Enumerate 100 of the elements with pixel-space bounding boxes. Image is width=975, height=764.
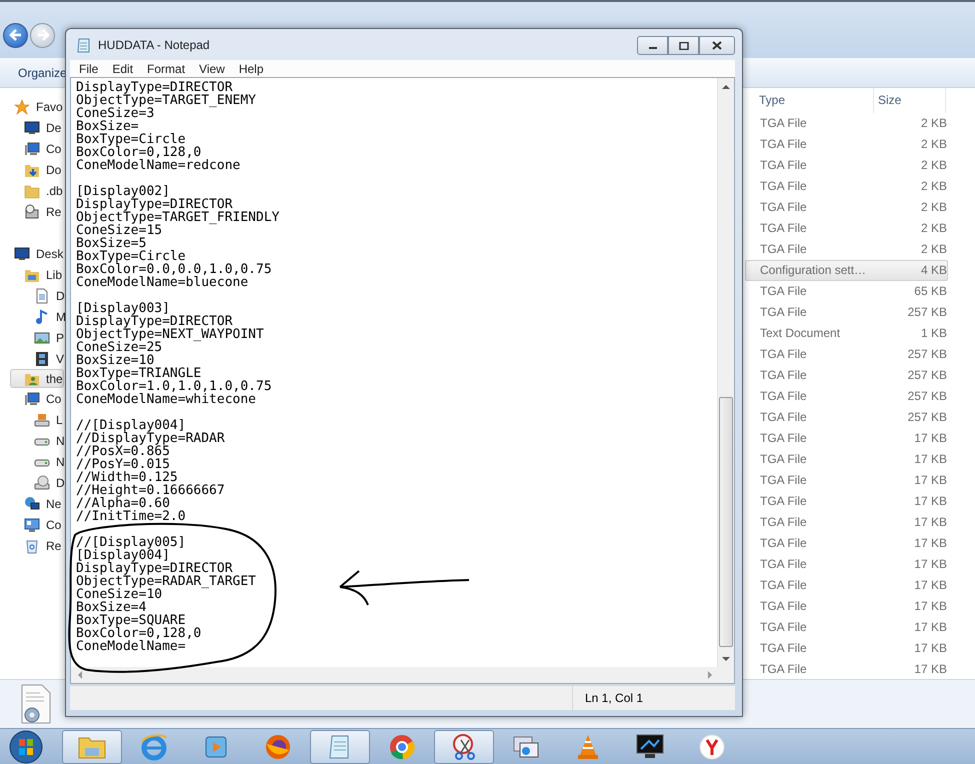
file-row[interactable]: TGA File 17 KB bbox=[745, 511, 948, 532]
nav-item[interactable]: V bbox=[20, 348, 64, 369]
size-cell: 2 KB bbox=[920, 137, 947, 152]
type-cell-text: TGA File bbox=[760, 431, 808, 446]
file-row[interactable]: TGA File 17 KB bbox=[745, 595, 948, 616]
forward-button[interactable] bbox=[30, 22, 55, 48]
nav-item[interactable]: D bbox=[20, 285, 65, 306]
file-row[interactable]: TGA File 17 KB bbox=[745, 428, 948, 448]
size-cell: 2 KB bbox=[920, 158, 947, 172]
file-row[interactable]: TGA File 257 KB bbox=[745, 302, 948, 323]
menu-item[interactable]: Help bbox=[232, 62, 271, 76]
nav-item[interactable]: Co bbox=[10, 388, 62, 409]
computer-icon bbox=[24, 390, 40, 406]
nav-item[interactable]: L bbox=[20, 409, 63, 430]
size-cell: 65 KB bbox=[914, 284, 947, 298]
control-panel-icon bbox=[24, 516, 40, 532]
file-row[interactable]: TGA File 257 KB bbox=[745, 406, 948, 428]
file-row[interactable]: TGA File 257 KB bbox=[745, 386, 948, 407]
size-cell: 17 KB bbox=[914, 556, 947, 571]
column-header[interactable]: Size bbox=[874, 88, 946, 113]
type-cell-text: TGA File bbox=[760, 389, 808, 404]
file-row[interactable]: TGA File 17 KB bbox=[745, 490, 948, 512]
file-row[interactable]: TGA File 257 KB bbox=[745, 344, 948, 365]
file-row[interactable]: Configuration sett… 4 KB bbox=[745, 260, 948, 281]
file-row[interactable]: Text Document 1 KB bbox=[745, 322, 948, 344]
size-cell: 17 KB bbox=[914, 494, 947, 508]
file-row[interactable]: TGA File 17 KB bbox=[745, 532, 948, 554]
size-cell: 17 KB bbox=[914, 598, 947, 613]
type-cell-text: Configuration sett… bbox=[760, 263, 868, 278]
file-row[interactable]: TGA File 17 KB bbox=[745, 637, 948, 658]
file-row[interactable]: TGA File 2 KB bbox=[745, 154, 948, 176]
nav-item[interactable]: Favo bbox=[0, 96, 63, 117]
size-cell: 17 KB bbox=[914, 662, 947, 676]
nav-item[interactable]: Re bbox=[10, 201, 62, 222]
organize-button[interactable]: Organize bbox=[18, 66, 67, 80]
nav-item[interactable]: N bbox=[20, 430, 65, 451]
close-button[interactable] bbox=[699, 36, 735, 55]
vertical-scrollbar[interactable] bbox=[717, 78, 734, 667]
size-cell: 2 KB bbox=[920, 116, 947, 130]
file-row[interactable]: TGA File 17 KB bbox=[745, 574, 948, 596]
type-cell-text: TGA File bbox=[760, 137, 808, 152]
file-row[interactable]: TGA File 17 KB bbox=[745, 448, 948, 470]
nav-item[interactable]: Do bbox=[10, 159, 62, 180]
nav-item[interactable]: P bbox=[20, 327, 64, 348]
size-cell: 2 KB bbox=[920, 200, 947, 214]
type-cell-text: TGA File bbox=[760, 620, 808, 634]
size-cell: 17 KB bbox=[914, 514, 947, 529]
minimize-button[interactable] bbox=[637, 36, 668, 55]
column-header[interactable]: Type bbox=[745, 88, 874, 113]
menu-item[interactable]: Format bbox=[140, 62, 192, 76]
file-row[interactable]: TGA File 2 KB bbox=[745, 134, 948, 155]
menu-item[interactable]: File bbox=[72, 62, 106, 76]
maximize-button[interactable] bbox=[668, 36, 699, 55]
nav-item[interactable]: the bbox=[10, 369, 64, 388]
file-row[interactable]: TGA File 65 KB bbox=[745, 280, 948, 302]
nav-item[interactable]: De bbox=[10, 117, 62, 138]
horizontal-scrollbar[interactable] bbox=[71, 667, 734, 683]
file-row[interactable]: TGA File 2 KB bbox=[745, 238, 948, 260]
nav-item[interactable]: .db bbox=[10, 180, 63, 201]
taskbar-button[interactable] bbox=[434, 730, 494, 764]
nav-item[interactable]: M bbox=[20, 306, 66, 327]
size-cell: 17 KB bbox=[914, 640, 947, 655]
nav-item[interactable]: Lib bbox=[10, 264, 62, 285]
type-cell-text: TGA File bbox=[760, 200, 808, 214]
file-row[interactable]: TGA File 17 KB bbox=[745, 553, 948, 574]
nav-item[interactable]: Desk bbox=[0, 243, 64, 264]
type-cell-text: TGA File bbox=[760, 640, 808, 655]
type-cell-text: TGA File bbox=[760, 116, 808, 130]
file-row[interactable]: TGA File 17 KB bbox=[745, 469, 948, 490]
type-cell-text: TGA File bbox=[760, 410, 808, 424]
nav-item[interactable]: Co bbox=[10, 514, 62, 535]
picture-icon bbox=[34, 330, 50, 346]
disc-drive-icon bbox=[34, 474, 50, 490]
file-row[interactable]: TGA File 2 KB bbox=[745, 176, 948, 197]
file-row[interactable]: TGA File 257 KB bbox=[745, 364, 948, 386]
nav-item[interactable]: N bbox=[20, 451, 65, 472]
monitor-icon bbox=[24, 120, 40, 136]
browser-icon bbox=[139, 732, 169, 762]
nav-item[interactable]: Re bbox=[10, 535, 62, 556]
nav-item[interactable]: Ne bbox=[10, 493, 62, 514]
up-arrow-icon bbox=[722, 84, 730, 88]
nav-item[interactable]: D bbox=[20, 472, 65, 493]
file-row[interactable]: TGA File 2 KB bbox=[745, 218, 948, 239]
file-row[interactable]: TGA File 2 KB bbox=[745, 113, 948, 134]
back-button[interactable] bbox=[3, 22, 28, 48]
type-cell-text: TGA File bbox=[760, 284, 808, 298]
file-row[interactable]: TGA File 2 KB bbox=[745, 196, 948, 218]
star-icon bbox=[14, 98, 30, 114]
size-cell: 17 KB bbox=[914, 620, 947, 634]
file-row[interactable]: TGA File 17 KB bbox=[745, 616, 948, 638]
file-row[interactable]: TGA File 17 KB bbox=[745, 658, 948, 679]
window-title: HUDDATA - Notepad bbox=[98, 38, 210, 52]
size-cell: 257 KB bbox=[908, 347, 947, 362]
menu-item[interactable]: Edit bbox=[105, 62, 140, 76]
nav-item[interactable]: Co bbox=[10, 138, 62, 159]
menu-item[interactable]: View bbox=[192, 62, 232, 76]
type-cell-text: TGA File bbox=[760, 242, 808, 256]
left-arrow-icon bbox=[76, 671, 82, 679]
size-cell: 2 KB bbox=[920, 179, 947, 194]
size-cell: 2 KB bbox=[920, 221, 947, 236]
